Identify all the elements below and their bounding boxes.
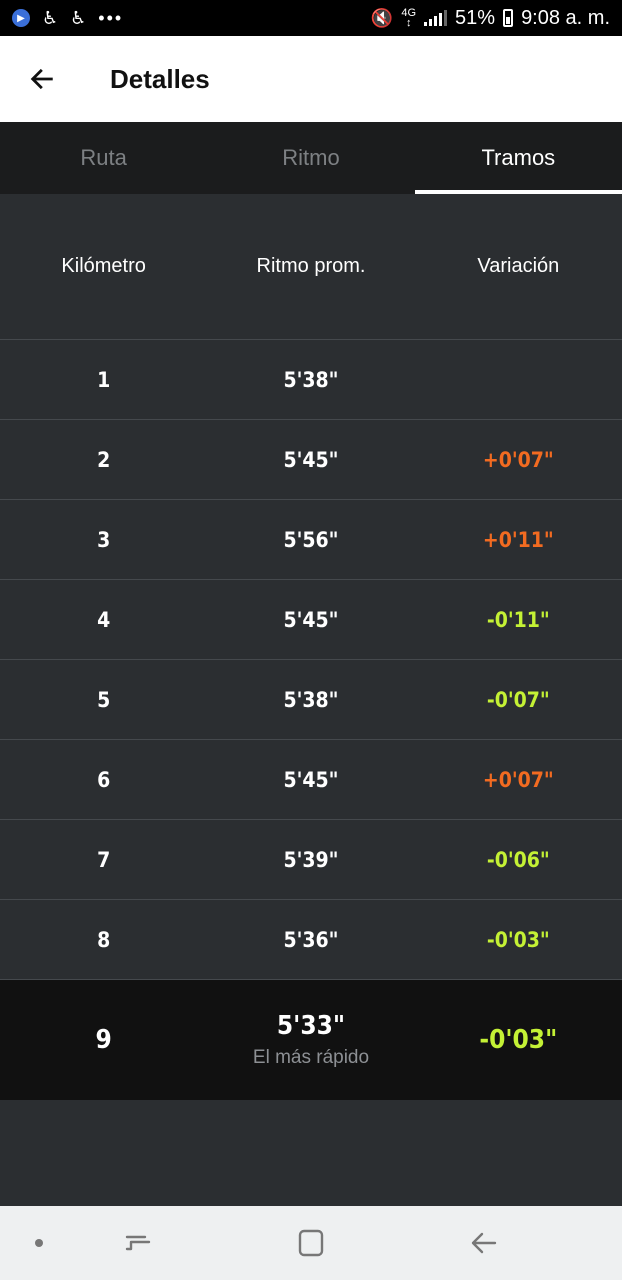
pace-cell: 5'45" <box>283 447 339 472</box>
home-button[interactable] <box>283 1206 339 1280</box>
app-icon: ▶ <box>12 9 30 27</box>
variation-cell: +0'07" <box>482 447 554 472</box>
km-cell: 5 <box>97 687 111 712</box>
recents-button[interactable] <box>110 1206 166 1280</box>
table-row: 6 5'45" +0'07" <box>0 740 622 820</box>
pace-cell: 5'45" <box>283 767 339 792</box>
system-nav-bar <box>0 1206 622 1280</box>
km-cell: 9 <box>95 1025 112 1055</box>
table-header: Kilómetro Ritmo prom. Variación <box>0 194 622 340</box>
fastest-label: El más rápido <box>252 1047 370 1068</box>
table-row: 8 5'36" -0'03" <box>0 900 622 980</box>
table-row: 5 5'38" -0'07" <box>0 660 622 740</box>
mute-icon: 🔇 <box>370 8 394 28</box>
variation-cell: -0'11" <box>486 607 550 632</box>
back-button[interactable] <box>0 36 84 122</box>
recents-icon <box>125 1235 151 1251</box>
battery-icon <box>503 9 514 27</box>
km-cell: 1 <box>97 367 111 392</box>
variation-cell: -0'07" <box>486 687 550 712</box>
variation-cell: -0'06" <box>486 847 550 872</box>
variation-cell: -0'03" <box>486 927 550 952</box>
back-arrow-icon <box>30 68 53 90</box>
km-cell: 8 <box>97 927 111 952</box>
column-header-pace: Ritmo prom. <box>256 255 366 277</box>
system-back-button[interactable] <box>456 1206 512 1280</box>
tab-ritmo[interactable]: Ritmo <box>207 122 414 194</box>
column-header-km: Kilómetro <box>61 255 146 277</box>
column-header-variation: Variación <box>477 255 560 277</box>
fastest-pace: 5'33" <box>276 1011 346 1041</box>
pace-cell: 5'45" <box>283 607 339 632</box>
tab-tramos[interactable]: Tramos <box>414 122 622 194</box>
pace-cell: 5'36" <box>283 927 339 952</box>
tab-ruta[interactable]: Ruta <box>0 122 207 194</box>
table-row: 7 5'39" -0'06" <box>0 820 622 900</box>
back-icon <box>471 1232 497 1254</box>
dot-icon[interactable] <box>24 1206 54 1280</box>
variation-cell: +0'07" <box>482 767 554 792</box>
network-type: 4G ↕ <box>401 7 417 29</box>
pace-cell: 5'38" <box>283 367 339 392</box>
signal-icon <box>424 10 448 26</box>
tab-bar: Ruta Ritmo Tramos <box>0 122 622 194</box>
splits-table: Kilómetro Ritmo prom. Variación 1 5'38" … <box>0 194 622 1100</box>
table-row: 2 5'45" +0'07" <box>0 420 622 500</box>
accessibility-icon: ♿ <box>42 8 59 28</box>
pace-cell: 5'38" <box>283 687 339 712</box>
home-icon <box>298 1229 324 1257</box>
km-cell: 3 <box>97 527 111 552</box>
app-bar: Detalles <box>0 36 622 122</box>
km-cell: 4 <box>97 607 111 632</box>
pace-cell: 5'33" El más rápido <box>207 1011 414 1069</box>
table-row: 1 5'38" <box>0 340 622 420</box>
pace-cell: 5'56" <box>283 527 339 552</box>
fastest-split-row: 9 5'33" El más rápido -0'03" <box>0 980 622 1100</box>
table-row: 4 5'45" -0'11" <box>0 580 622 660</box>
pace-cell: 5'39" <box>283 847 339 872</box>
page-title: Detalles <box>110 63 210 94</box>
more-notifications-icon: ••• <box>98 7 124 28</box>
km-cell: 2 <box>97 447 111 472</box>
variation-cell: +0'11" <box>482 527 554 552</box>
variation-cell: -0'03" <box>479 1025 558 1055</box>
battery-percent: 51% <box>455 6 496 29</box>
status-bar: ▶ ♿ ♿ ••• 🔇 4G ↕ 51% 9:08 a. m. <box>0 0 622 36</box>
clock: 9:08 a. m. <box>521 6 610 29</box>
accessibility-icon-2: ♿ <box>70 8 87 28</box>
table-row: 3 5'56" +0'11" <box>0 500 622 580</box>
km-cell: 7 <box>97 847 111 872</box>
km-cell: 6 <box>97 767 111 792</box>
